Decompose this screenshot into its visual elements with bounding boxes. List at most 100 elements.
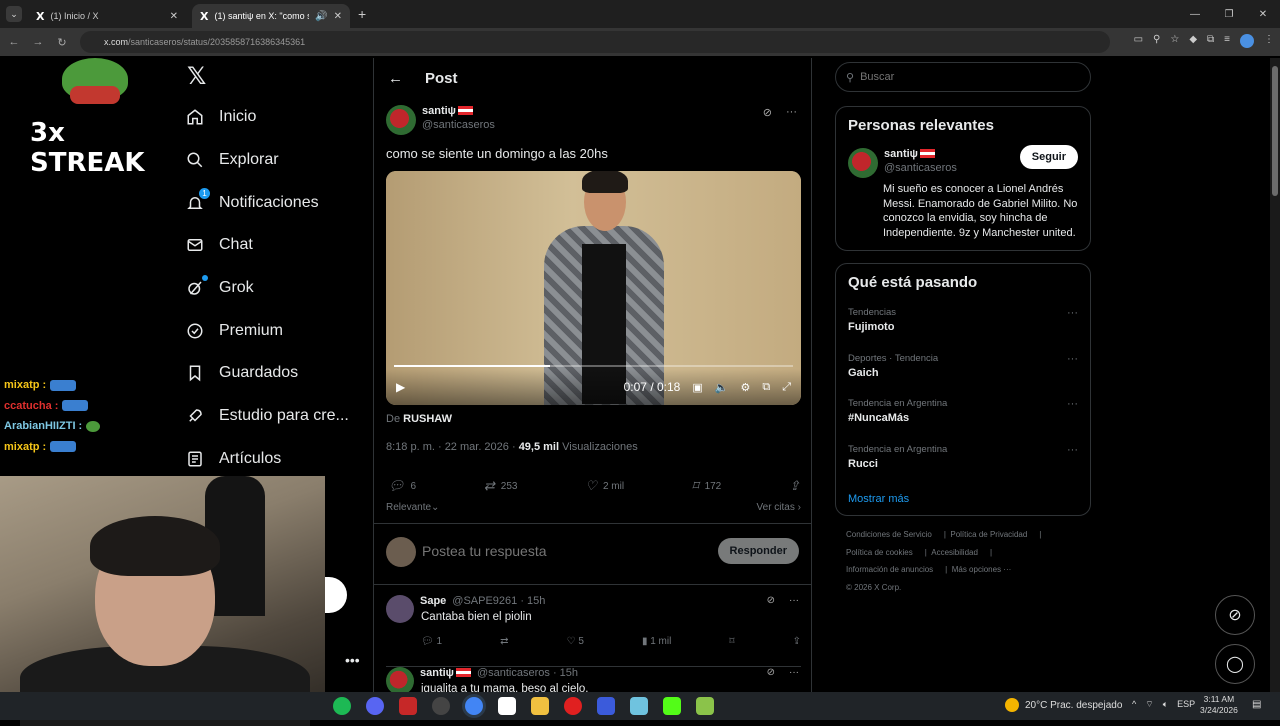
close-window-icon[interactable]: ✕ (1246, 9, 1280, 20)
more-icon[interactable]: ··· (786, 106, 797, 119)
reply-item[interactable]: santiψ @santicaseros · 15h igualita a tu… (386, 666, 801, 695)
person-handle[interactable]: @santicaseros (884, 162, 957, 174)
app-icon[interactable] (597, 697, 615, 715)
like-button[interactable]: ♡ 5 (567, 636, 584, 647)
weather-widget[interactable]: 20°C Prac. despejado (1005, 698, 1122, 712)
like-button[interactable]: ♡ 2 mil (585, 478, 624, 494)
view-quotes-link[interactable]: Ver citas › (757, 502, 801, 513)
x-logo-icon[interactable]: 𝕏 (187, 62, 349, 96)
captions-icon[interactable]: ▣ (692, 381, 702, 394)
nav-item-guardados[interactable]: Guardados (185, 352, 349, 395)
reply-item[interactable]: Sape @SAPE9261 · 15h Cantaba bien el pio… (386, 595, 801, 647)
author-handle[interactable]: @santicaseros (422, 119, 495, 131)
trend-item[interactable]: Tendencia en Argentina #NuncaMás ··· (848, 398, 1078, 444)
reply-button[interactable]: 💬︎ 1 (421, 636, 442, 647)
grok-fab-button[interactable]: ⊘ (1215, 595, 1255, 635)
footer-more-link[interactable]: Más opciones ··· (952, 565, 1012, 574)
language-indicator[interactable]: ESP (1177, 699, 1195, 710)
app-icon[interactable] (498, 697, 516, 715)
back-icon[interactable]: ← (2, 36, 26, 48)
grok-icon[interactable]: ⊘ (767, 667, 775, 678)
share-button[interactable]: ⇪ (789, 478, 800, 494)
views-button[interactable]: ▮ 1 mil (642, 636, 671, 647)
close-tab-icon[interactable]: ✕ (170, 11, 178, 22)
tab-inicio[interactable]: X (1) Inicio / X ✕ (28, 4, 186, 28)
post-author[interactable]: santiψ @santicaseros (386, 105, 495, 135)
author-name[interactable]: santiψ (422, 105, 495, 117)
back-arrow-icon[interactable]: ← (388, 70, 403, 87)
trend-item[interactable]: Deportes · Tendencia Gaich ··· (848, 353, 1078, 399)
share-icon[interactable]: ⇪ (793, 636, 801, 647)
reply-submit-button[interactable]: Responder (717, 538, 799, 564)
footer-terms-link[interactable]: Condiciones de Servicio (846, 530, 932, 539)
more-icon[interactable]: ··· (789, 667, 799, 678)
nav-item-explorar[interactable]: Explorar (185, 139, 349, 182)
new-tab-button[interactable]: + (358, 6, 366, 22)
repost-button[interactable]: ⇄ 253 (484, 478, 518, 494)
nav-item-estudio[interactable]: Estudio para cre... (185, 395, 349, 438)
app-icon[interactable] (399, 697, 417, 715)
volume-icon[interactable]: 🔈 (715, 381, 729, 394)
obs-icon[interactable] (432, 697, 450, 715)
forward-icon[interactable]: → (26, 36, 50, 48)
person-row[interactable]: santiψ @santicaseros Seguir (848, 145, 1078, 178)
app-icon[interactable] (630, 697, 648, 715)
footer-ads-link[interactable]: Información de anuncios (846, 565, 933, 574)
network-icon[interactable]: ⌔ (1145, 699, 1153, 710)
more-icon[interactable]: ··· (1067, 398, 1078, 410)
spotify-icon[interactable] (333, 697, 351, 715)
extension-icon[interactable]: ◆ (1189, 34, 1197, 48)
restore-icon[interactable]: ❐ (1212, 9, 1246, 20)
bookmark-button[interactable]: ⌑ 172 (692, 478, 721, 494)
repost-button[interactable]: ⇄ (500, 636, 508, 647)
close-tab-icon[interactable]: ✕ (334, 11, 342, 22)
search-box[interactable]: ⚲ (835, 62, 1091, 92)
footer-privacy-link[interactable]: Política de Privacidad (950, 530, 1027, 539)
discord-icon[interactable] (366, 697, 384, 715)
chevron-up-icon[interactable]: ^ (1132, 699, 1136, 710)
star-icon[interactable]: ☆ (1170, 34, 1179, 48)
footer-accessibility-link[interactable]: Accesibilidad (931, 548, 978, 557)
nav-item-chat[interactable]: Chat (185, 224, 349, 267)
search-input[interactable] (860, 71, 1061, 83)
notifications-icon[interactable]: ▤ (1252, 699, 1261, 710)
clock[interactable]: 3:11 AM 3/24/2026 (1200, 694, 1238, 716)
avatar[interactable] (386, 667, 414, 695)
opera-icon[interactable] (564, 697, 582, 715)
minimize-icon[interactable]: — (1178, 9, 1212, 20)
kick-icon[interactable] (663, 697, 681, 715)
bookmark-icon[interactable]: ⌑ (729, 636, 734, 647)
profile-avatar[interactable] (1240, 34, 1254, 48)
cast-icon[interactable]: ▭ (1134, 34, 1143, 48)
nav-item-premium[interactable]: Premium (185, 309, 349, 352)
grok-icon[interactable]: ⊘ (763, 106, 772, 119)
url-field[interactable]: x.com/santicaseros/status/20358587163863… (80, 31, 1110, 53)
nav-item-notificaciones[interactable]: 1 Notificaciones (185, 181, 349, 224)
menu-icon[interactable]: ⋮ (1264, 34, 1274, 48)
more-icon[interactable]: ··· (1067, 307, 1078, 319)
tab-post[interactable]: X (1) santiψ en X: "como se 🔊 ✕ (192, 4, 350, 28)
tab-search-button[interactable]: ⌄ (6, 6, 22, 22)
more-icon[interactable]: ··· (789, 595, 799, 606)
page-scrollbar[interactable] (1270, 58, 1280, 692)
avatar[interactable] (848, 148, 878, 178)
extensions-puzzle-icon[interactable]: ⧉ (1207, 34, 1214, 48)
nav-item-articulos[interactable]: Artículos (185, 438, 349, 481)
avatar[interactable] (386, 105, 416, 135)
app-icon[interactable] (696, 697, 714, 715)
nav-item-grok[interactable]: Grok (185, 267, 349, 310)
video-progress-bar[interactable] (394, 365, 793, 367)
volume-icon[interactable]: 🔈︎ (1163, 699, 1168, 710)
reply-input[interactable] (422, 543, 672, 559)
scrollbar-thumb[interactable] (1272, 66, 1278, 196)
grok-icon[interactable]: ⊘ (767, 595, 775, 606)
account-more-icon[interactable]: ••• (345, 652, 360, 668)
settings-icon[interactable]: ⚙ (740, 381, 750, 394)
follow-button[interactable]: Seguir (1019, 145, 1078, 169)
trend-item[interactable]: Tendencia en Argentina Rucci ··· (848, 444, 1078, 490)
post-button-partial[interactable] (325, 577, 347, 613)
nav-item-inicio[interactable]: Inicio (185, 96, 349, 139)
video-player[interactable]: ▶ 0:07 / 0:18 ▣ 🔈 ⚙ ⧉ ⤢ (386, 171, 801, 405)
pip-icon[interactable]: ⧉ (762, 381, 770, 394)
sort-dropdown[interactable]: Relevante⌄ (386, 502, 439, 513)
